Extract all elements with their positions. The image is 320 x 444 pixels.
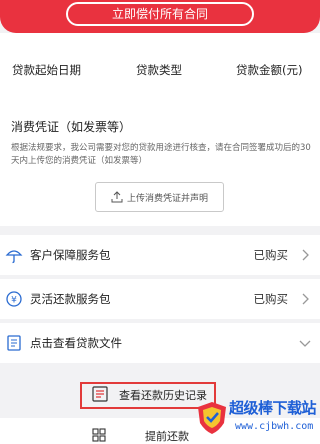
loan-start-date-label: 贷款起始日期 — [12, 63, 81, 77]
chevron-right-icon — [302, 249, 309, 261]
row-label: 客户保障服务包 — [30, 248, 111, 262]
consumption-voucher-section: 消费凭证（如发票等） 根据法规要求，我公司需要对您的贷款用途进行核查，请在合同签… — [0, 108, 320, 226]
voucher-description: 根据法规要求，我公司需要对您的贷款用途进行核查，请在合同签署成功后的30 天内上… — [11, 143, 311, 166]
upload-icon — [111, 191, 123, 203]
grid-icon — [92, 428, 106, 442]
loan-type-label: 贷款类型 — [136, 63, 182, 77]
row-status: 已购买 — [253, 248, 289, 262]
row-label: 点击查看贷款文件 — [30, 336, 122, 350]
early-repayment-label: 提前还款 — [145, 430, 189, 443]
shield-logo-icon — [198, 402, 226, 434]
svg-text:¥: ¥ — [11, 296, 17, 306]
document-icon — [7, 335, 21, 351]
upload-voucher-label: 上传消费凭证并声明 — [126, 193, 208, 204]
row-status: 已购买 — [253, 292, 289, 306]
voucher-title: 消费凭证（如发票等） — [11, 120, 132, 134]
loan-header-row: 贷款起始日期 贷款类型 贷款金额(元) — [0, 33, 320, 108]
customer-protection-package-row[interactable]: 客户保障服务包 已购买 — [0, 235, 320, 275]
chevron-down-icon — [299, 340, 311, 347]
watermark-title: 超级棒下载站 — [229, 399, 317, 417]
upload-voucher-button[interactable]: 上传消费凭证并声明 — [95, 182, 224, 212]
umbrella-icon — [5, 250, 23, 264]
top-bar: 立即偿付所有合同 — [0, 0, 320, 33]
watermark: 超级棒下载站 www.cjbwh.com — [197, 397, 319, 441]
loan-amount-label: 贷款金额(元) — [236, 63, 303, 77]
highlight-box — [80, 382, 216, 409]
watermark-url: www.cjbwh.com — [235, 421, 314, 432]
coin-icon: ¥ — [6, 291, 22, 307]
loan-documents-row[interactable]: 点击查看贷款文件 — [0, 323, 320, 363]
repay-all-button[interactable]: 立即偿付所有合同 — [66, 2, 254, 26]
flexible-repayment-package-row[interactable]: ¥ 灵活还款服务包 已购买 — [0, 279, 320, 319]
row-label: 灵活还款服务包 — [30, 292, 111, 306]
chevron-right-icon — [302, 293, 309, 305]
